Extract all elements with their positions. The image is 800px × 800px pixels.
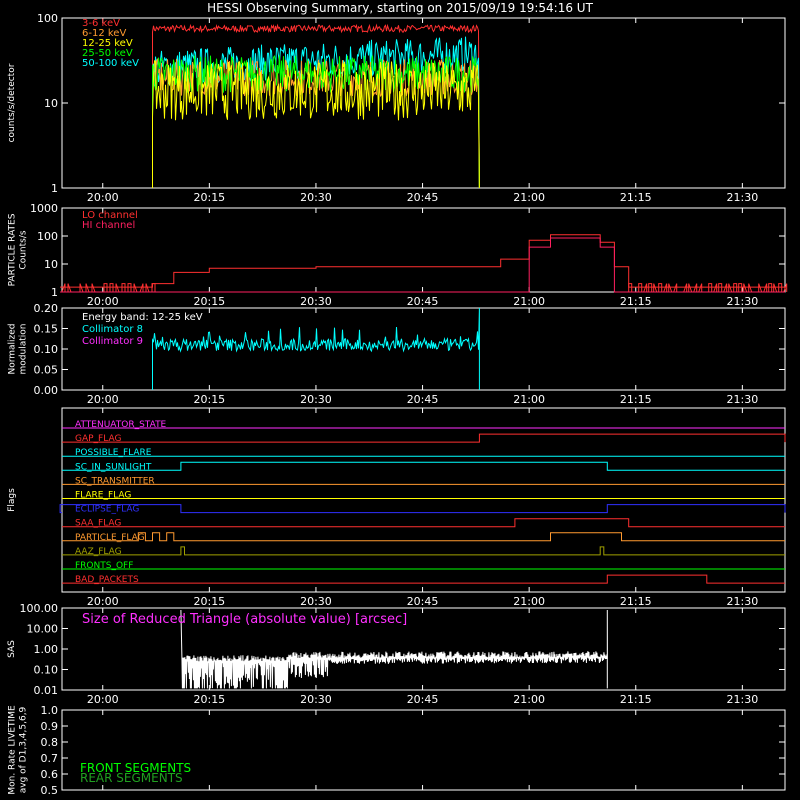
counts-ytick-label: 1 — [51, 182, 58, 195]
particle-legend-entry: HI channel — [82, 220, 135, 231]
modulation-ytick-label: 0.05 — [34, 364, 59, 377]
counts-legend-entry: 50-100 keV — [82, 58, 139, 69]
counts-xtick-label: 20:45 — [407, 191, 439, 204]
livetime-ytick-label: 0.8 — [41, 736, 59, 749]
modulation-xtick-label: 20:45 — [407, 393, 439, 406]
observing-summary-figure: HESSI Observing Summary, starting on 201… — [0, 0, 800, 800]
flag-label: POSSIBLE_FLARE — [75, 448, 152, 458]
modulation-ytick-label: 0.00 — [34, 384, 59, 397]
livetime-ytick-label: 1.0 — [41, 704, 59, 717]
modulation-annotation: Energy band: 12-25 keV — [82, 312, 203, 323]
flag-label: SC_IN_SUNLIGHT — [75, 462, 152, 472]
particle-ytick-label: 1000 — [30, 202, 58, 215]
particle-xtick-label: 21:00 — [513, 295, 545, 308]
modulation-xtick-label: 20:00 — [87, 393, 119, 406]
particle-xtick-label: 20:00 — [87, 295, 119, 308]
flag-label: FLARE_FLAG — [75, 491, 131, 501]
flag-label: ECLIPSE_FLAG — [75, 505, 139, 515]
modulation-xtick-label: 20:15 — [193, 393, 225, 406]
counts-xtick-label: 20:30 — [300, 191, 332, 204]
flags-xtick-label: 20:45 — [407, 595, 439, 608]
particle-xtick-label: 20:30 — [300, 295, 332, 308]
background — [0, 0, 800, 800]
particle-ylabel: PARTICLE RATES — [8, 213, 18, 286]
flags-xtick-label: 21:00 — [513, 595, 545, 608]
modulation-ytick-label: 0.10 — [34, 343, 59, 356]
flag-label: FRONTS_OFF — [75, 561, 133, 571]
particle-xtick-label: 21:15 — [620, 295, 652, 308]
livetime-ytick-label: 0.5 — [41, 784, 59, 797]
livetime-legend-entry: REAR SEGMENTS — [80, 771, 183, 785]
sas-ylabel: SAS — [7, 640, 17, 658]
modulation-legend-entry: Collimator 9 — [82, 336, 143, 347]
sas-xtick-label: 20:00 — [87, 693, 119, 706]
livetime-ytick-label: 0.6 — [41, 768, 59, 781]
particle-ytick-label: 100 — [37, 230, 58, 243]
modulation-ylabel: modulation — [19, 324, 29, 375]
particle-ytick-label: 10 — [44, 258, 58, 271]
sas-ytick-label: 0.01 — [34, 684, 59, 697]
sas-xtick-label: 21:00 — [513, 693, 545, 706]
modulation-xtick-label: 20:30 — [300, 393, 332, 406]
counts-xtick-label: 21:00 — [513, 191, 545, 204]
flag-label: SC_TRANSMITTER — [75, 476, 155, 486]
sas-xtick-label: 20:30 — [300, 693, 332, 706]
sas-xtick-label: 21:15 — [620, 693, 652, 706]
particle-xtick-label: 21:30 — [727, 295, 759, 308]
sas-ytick-label: 1.00 — [34, 643, 59, 656]
modulation-ylabel: Normalized — [8, 323, 18, 374]
counts-xtick-label: 20:00 — [87, 191, 119, 204]
sas-xtick-label: 21:30 — [727, 693, 759, 706]
flags-xtick-label: 21:30 — [727, 595, 759, 608]
livetime-ytick-label: 0.7 — [41, 752, 59, 765]
sas-xtick-label: 20:45 — [407, 693, 439, 706]
sas-ytick-label: 0.10 — [34, 664, 59, 677]
counts-xtick-label: 20:15 — [193, 191, 225, 204]
particle-ytick-label: 1 — [51, 286, 58, 299]
livetime-ylabel: Mon. Rate LIVETIME — [8, 705, 18, 795]
modulation-ytick-label: 0.20 — [34, 302, 59, 315]
modulation-xtick-label: 21:15 — [620, 393, 652, 406]
flags-xtick-label: 20:00 — [87, 595, 119, 608]
flags-xtick-label: 21:15 — [620, 595, 652, 608]
counts-ytick-label: 100 — [37, 12, 58, 25]
flag-label: AAZ_FLAG — [75, 547, 122, 557]
flags-ylabel: Flags — [7, 488, 17, 512]
flag-label: BAD_PACKETS — [75, 575, 139, 585]
livetime-ylabel: avg of D1,3,4,5,6,9 — [19, 706, 29, 793]
particle-xtick-label: 20:45 — [407, 295, 439, 308]
particle-xtick-label: 20:15 — [193, 295, 225, 308]
figure-title: HESSI Observing Summary, starting on 201… — [207, 1, 593, 15]
livetime-ytick-label: 0.9 — [41, 720, 59, 733]
flag-label: GAP_FLAG — [75, 434, 121, 444]
modulation-xtick-label: 21:00 — [513, 393, 545, 406]
modulation-ytick-label: 0.15 — [34, 323, 59, 336]
flag-label: ATTENUATOR_STATE — [75, 420, 167, 430]
flags-xtick-label: 20:15 — [193, 595, 225, 608]
counts-xtick-label: 21:15 — [620, 191, 652, 204]
sas-xtick-label: 20:15 — [193, 693, 225, 706]
counts-ylabel: counts/s/detector — [7, 63, 17, 142]
flags-xtick-label: 20:30 — [300, 595, 332, 608]
counts-xtick-label: 21:30 — [727, 191, 759, 204]
modulation-xtick-label: 21:30 — [727, 393, 759, 406]
flag-label: SAA_FLAG — [75, 519, 121, 529]
counts-ytick-label: 10 — [44, 97, 58, 110]
sas-ytick-label: 10.00 — [27, 623, 59, 636]
particle-ylabel: Counts/s — [19, 230, 29, 269]
sas-ytick-label: 100.00 — [20, 602, 59, 615]
flag-label: PARTICLE_FLAG — [75, 533, 145, 543]
sas-annotation: Size of Reduced Triangle (absolute value… — [82, 612, 407, 627]
modulation-legend-entry: Collimator 8 — [82, 324, 143, 335]
